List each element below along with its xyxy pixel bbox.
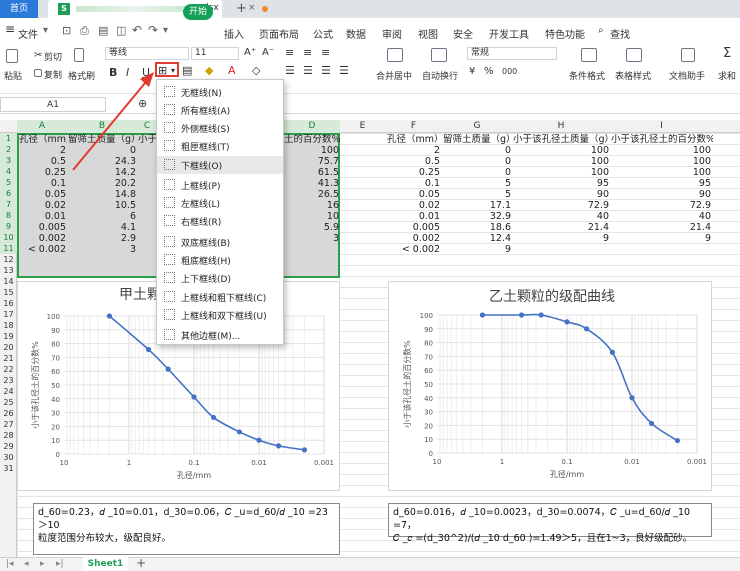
annotation-arrow bbox=[72, 72, 154, 171]
arrow-head bbox=[140, 72, 154, 87]
arrow-line bbox=[72, 76, 151, 171]
